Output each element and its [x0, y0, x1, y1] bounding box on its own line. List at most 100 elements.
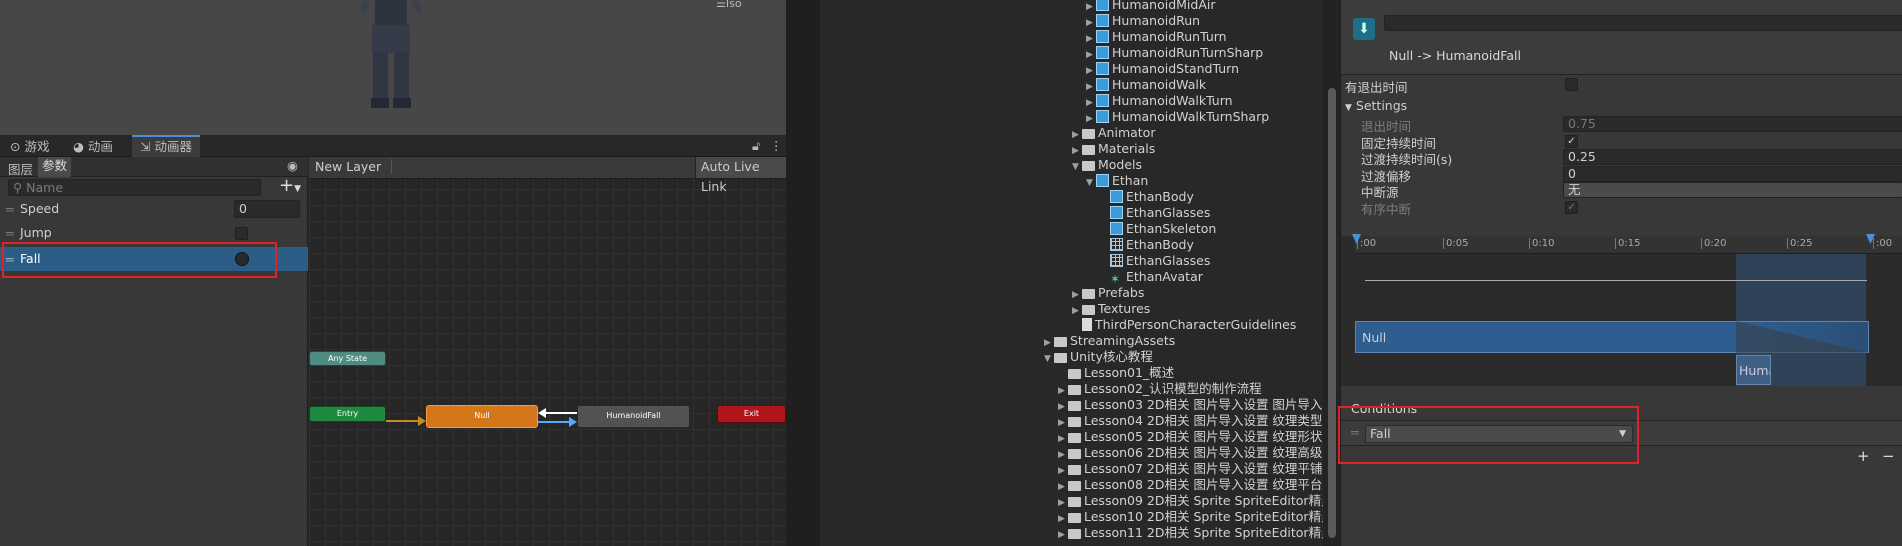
tree-item[interactable]: ▼ Models — [1072, 157, 1142, 173]
folder-icon — [1068, 497, 1081, 507]
tree-item-label: EthanBody — [1126, 189, 1194, 204]
panel-divider — [786, 0, 820, 546]
tree-item[interactable]: ▶ Materials — [1072, 141, 1155, 157]
tree-item-label: Lesson05 2D相关 图片导入设置 纹理形状参数 — [1084, 429, 1323, 444]
tree-item[interactable]: ▶ Lesson07 2D相关 图片导入设置 纹理平铺拉伸 — [1058, 461, 1323, 477]
tree-item[interactable]: ▶ Lesson11 2D相关 Sprite SpriteEditor精灵编辑 — [1058, 525, 1323, 541]
tree-item[interactable]: ▶ Textures — [1072, 301, 1150, 317]
settings-foldout[interactable]: ▼ Settings — [1345, 98, 1407, 113]
tab-game[interactable]: ⊙ 游戏 — [2, 137, 57, 157]
tree-item[interactable]: ▶ HumanoidRunTurnSharp — [1086, 45, 1263, 61]
tree-item[interactable]: ▶ Lesson06 2D相关 图片导入设置 纹理高级参数 — [1058, 445, 1323, 461]
node-entry[interactable]: Entry — [309, 406, 386, 422]
transition-timeline[interactable]: :00 0:05 0:10 0:15 0:20 0:25:00 Null Huma — [1341, 234, 1902, 386]
remove-condition-button[interactable]: − — [1882, 447, 1895, 465]
search-input[interactable]: ⚲ Name — [8, 179, 261, 196]
setting-dropdown[interactable]: 无 — [1563, 182, 1902, 198]
node-exit[interactable]: Exit — [717, 405, 786, 423]
tree-item[interactable]: ▶ Lesson02_认识模型的制作流程 — [1058, 381, 1262, 397]
eye-icon[interactable]: ◉ — [287, 158, 298, 173]
inspector-panel: ⬇ Null -> HumanoidFall 有退出时间 ▼ Settings … — [1338, 0, 1902, 546]
tab-parameters[interactable]: 参数 — [38, 157, 72, 177]
timeline-tick-label: :00 — [1873, 238, 1892, 249]
tree-item[interactable]: ▶ Lesson08 2D相关 图片导入设置 纹理平台打包 — [1058, 477, 1323, 493]
node-humanoid-fall[interactable]: HumanoidFall — [577, 405, 690, 428]
tree-item[interactable]: EthanGlasses — [1100, 205, 1210, 221]
param-row-speed[interactable]: ═ Speed 0 — [0, 199, 308, 219]
tab-animator[interactable]: ⇲ 动画器 — [132, 135, 200, 157]
tree-item[interactable]: ▶ Prefabs — [1072, 285, 1144, 301]
transition-name-field[interactable] — [1384, 15, 1902, 31]
expand-arrow-icon[interactable]: ▶ — [1058, 527, 1068, 543]
setting-value-field[interactable]: 0 — [1563, 165, 1902, 182]
has-exit-time-checkbox[interactable] — [1565, 78, 1578, 91]
node-any-state[interactable]: Any State — [309, 351, 386, 366]
tree-item-label: HumanoidWalk — [1112, 77, 1207, 92]
tree-item[interactable]: ▶ HumanoidWalk — [1086, 77, 1206, 93]
tree-item[interactable]: ▶ Lesson04 2D相关 图片导入设置 纹理类型参数 — [1058, 413, 1323, 429]
tree-item[interactable]: ▶ HumanoidRunTurn — [1086, 29, 1227, 45]
param-row-jump[interactable]: ═ Jump — [0, 223, 308, 243]
tree-item[interactable]: ▶Lesson10 2D相关 Sprite SpriteEditor精灵编辑 — [1058, 509, 1323, 525]
tree-item[interactable]: ▼ Ethan — [1086, 173, 1148, 189]
auto-live-link-button[interactable]: Auto Live Link — [695, 157, 786, 194]
tree-item[interactable]: EthanBody — [1100, 237, 1194, 253]
tree-item[interactable]: ▶ StreamingAssets — [1044, 333, 1175, 349]
param-jump-checkbox[interactable] — [235, 227, 248, 240]
setting-value-field[interactable]: 0.25 — [1563, 149, 1902, 165]
model-icon — [1096, 30, 1109, 43]
expand-arrow-icon[interactable]: ▼ — [1044, 351, 1054, 367]
tree-item[interactable]: ▶ Animator — [1072, 125, 1155, 141]
tree-item-label: Unity核心教程 — [1070, 349, 1153, 364]
project-scrollbar-thumb[interactable] — [1328, 88, 1336, 538]
tree-item[interactable]: ▶ HumanoidRun — [1086, 13, 1200, 29]
tree-item[interactable]: ▶ Lesson05 2D相关 图片导入设置 纹理形状参数 — [1058, 429, 1323, 445]
tab-layers[interactable]: 图层 — [4, 159, 37, 178]
clip-humanoid-fall[interactable]: Huma — [1736, 355, 1771, 385]
tree-item-label: HumanoidRunTurnSharp — [1112, 45, 1264, 60]
breadcrumb-layer[interactable]: New Layer — [315, 159, 393, 174]
add-condition-button[interactable]: + — [1857, 447, 1870, 465]
tree-item-label: Lesson02_认识模型的制作流程 — [1084, 381, 1262, 396]
tree-item-label: Lesson10 2D相关 Sprite SpriteEditor精灵编辑 — [1084, 509, 1323, 524]
tab-animation-label: 动画 — [87, 139, 113, 154]
tree-item[interactable]: EthanGlasses — [1100, 253, 1210, 269]
timeline-ticks: :00 0:05 0:10 0:15 0:20 0:25:00 — [1355, 236, 1892, 254]
tree-item[interactable]: ▶ HumanoidWalkTurnSharp — [1086, 109, 1269, 125]
clip-next-label: Huma — [1739, 363, 1770, 378]
add-parameter-button[interactable]: +▼ — [279, 175, 301, 196]
setting-value-field[interactable]: 0.75 — [1563, 116, 1902, 132]
expand-arrow-icon[interactable]: ▼ — [1072, 159, 1082, 175]
tree-item-label: EthanSkeleton — [1126, 221, 1217, 236]
tab-animation[interactable]: ◕ 动画 — [65, 137, 121, 157]
mesh-icon — [1110, 254, 1123, 267]
drag-handle-icon[interactable]: ═ — [6, 226, 14, 241]
menu-icon[interactable]: ⋮ — [770, 138, 783, 153]
tree-item-label: Lesson06 2D相关 图片导入设置 纹理高级参数 — [1084, 445, 1323, 460]
tree-item-label: HumanoidRun — [1112, 13, 1201, 28]
lock-icon[interactable]: 🔓︎ — [752, 138, 760, 154]
tree-item[interactable]: ▼ Unity核心教程 — [1044, 349, 1153, 365]
iso-label[interactable]: ☰Iso — [716, 0, 742, 10]
tree-item[interactable]: ▶ HumanoidMidAir — [1086, 0, 1216, 13]
expand-arrow-icon[interactable]: ▼ — [1086, 175, 1096, 191]
param-speed-value[interactable]: 0 — [234, 200, 300, 218]
tree-item[interactable]: ▶ HumanoidWalkTurn — [1086, 93, 1233, 109]
tree-item[interactable]: ▶ Lesson03 2D相关 图片导入设置 图片导入概述 — [1058, 397, 1323, 413]
folder-icon — [1082, 305, 1095, 315]
tree-item[interactable]: ThirdPersonCharacterGuidelines — [1072, 317, 1296, 333]
folder-icon — [1054, 337, 1067, 347]
tree-item[interactable]: Lesson01_概述 — [1058, 365, 1174, 381]
drag-handle-icon[interactable]: ═ — [6, 202, 14, 217]
tree-item[interactable]: ✶ EthanAvatar — [1100, 269, 1203, 286]
scene-view[interactable]: ☰Iso — [0, 0, 786, 135]
transition-icon: ⬇ — [1353, 18, 1375, 40]
setting-checkbox[interactable]: ✓ — [1565, 134, 1578, 148]
tree-item[interactable]: ▶Lesson09 2D相关 Sprite SpriteEditor精灵编辑 — [1058, 493, 1323, 509]
tree-item[interactable]: EthanBody — [1100, 189, 1194, 205]
tree-item-label: EthanGlasses — [1126, 253, 1211, 268]
setting-checkbox[interactable]: ✓ — [1565, 200, 1578, 214]
panel-subtabs: 图层 参数 ◉ — [0, 157, 308, 177]
tree-item[interactable]: EthanSkeleton — [1100, 221, 1216, 237]
tree-item[interactable]: ▶ HumanoidStandTurn — [1086, 61, 1239, 77]
